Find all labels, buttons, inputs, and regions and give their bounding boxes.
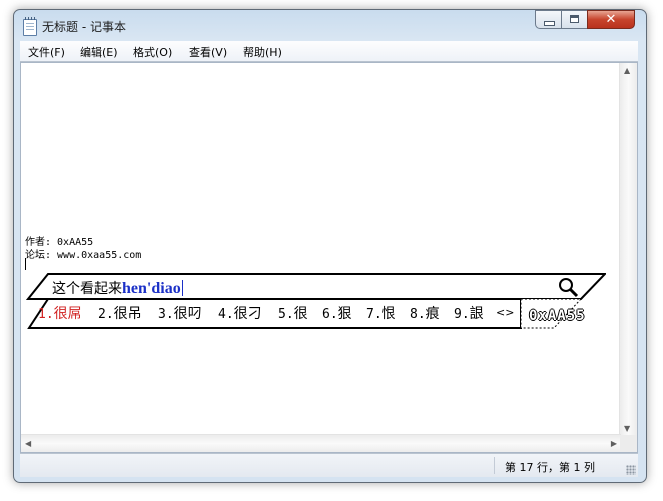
ime-cursor <box>181 280 183 296</box>
resize-grip-icon[interactable] <box>626 465 636 475</box>
candidate-number: 2. <box>98 307 114 322</box>
candidate-8[interactable]: 8.痕 <box>410 303 440 323</box>
candidate-text: 痕 <box>425 306 440 322</box>
scrollbar-corner <box>620 435 637 452</box>
candidate-5[interactable]: 5.很 <box>278 303 308 323</box>
close-button[interactable]: ✕ <box>587 10 635 29</box>
menu-file[interactable]: 文件(F) <box>28 44 65 60</box>
horizontal-scrollbar[interactable]: ◀ ▶ <box>21 434 621 452</box>
candidate-text: 很吊 <box>113 306 142 322</box>
candidate-number: 8. <box>410 307 426 322</box>
ime-popup: 这个看起来hen'diao 1.很屌 2.很吊 3.很叼 4.很刁 5.很 6.… <box>26 272 606 332</box>
candidate-text: 狠 <box>337 306 352 322</box>
menu-edit[interactable]: 编辑(E) <box>80 44 118 60</box>
maximize-icon <box>570 15 579 23</box>
window-title: 无标题 - 记事本 <box>42 20 126 34</box>
candidate-2[interactable]: 2.很吊 <box>98 303 142 323</box>
candidate-text: 詪 <box>469 306 484 322</box>
scroll-left-icon[interactable]: ◀ <box>25 439 31 448</box>
candidate-number: 7. <box>366 307 382 322</box>
menu-view[interactable]: 查看(V) <box>189 44 227 60</box>
ime-brand-logo: 0xAA55 <box>529 308 586 324</box>
ime-composition: 这个看起来hen'diao <box>52 278 183 298</box>
pinyin-input[interactable]: hen'diao <box>122 280 181 297</box>
candidate-text: 恨 <box>381 306 396 322</box>
candidate-3[interactable]: 3.很叼 <box>158 303 202 323</box>
candidate-number: 4. <box>218 307 234 322</box>
scroll-down-icon[interactable]: ▼ <box>624 424 630 433</box>
candidate-text: 很屌 <box>53 306 82 322</box>
vertical-scrollbar[interactable]: ▲ ▼ <box>619 63 637 436</box>
close-icon: ✕ <box>605 12 617 27</box>
candidate-number: 6. <box>322 307 338 322</box>
candidate-4[interactable]: 4.很刁 <box>218 303 262 323</box>
candidate-9[interactable]: 9.詪 <box>454 303 484 323</box>
candidate-number: 1. <box>38 307 54 322</box>
text-line-forum[interactable]: 论坛: www.0xaa55.com <box>25 246 141 261</box>
candidate-number: 5. <box>278 307 294 322</box>
candidate-number: 3. <box>158 307 174 322</box>
text-caret <box>25 258 26 270</box>
candidate-number: 9. <box>454 307 470 322</box>
page-arrows-icon[interactable]: <> <box>496 306 514 319</box>
composed-text: 这个看起来 <box>52 281 122 297</box>
text-editor[interactable]: 作者: 0xAA55 论坛: www.0xaa55.com ▲ ▼ ◀ ▶ <box>20 62 638 453</box>
scroll-up-icon[interactable]: ▲ <box>624 66 630 75</box>
candidate-text: 很刁 <box>233 306 262 322</box>
title-bar[interactable]: 无标题 - 记事本 ✕ <box>14 10 646 42</box>
candidate-1[interactable]: 1.很屌 <box>38 303 82 323</box>
candidate-7[interactable]: 7.恨 <box>366 303 396 323</box>
minimize-button[interactable] <box>535 10 562 29</box>
menu-bar: 文件(F) 编辑(E) 格式(O) 查看(V) 帮助(H) <box>20 41 638 62</box>
status-separator <box>494 457 495 474</box>
menu-help[interactable]: 帮助(H) <box>243 44 282 60</box>
scroll-right-icon[interactable]: ▶ <box>611 439 617 448</box>
notepad-icon[interactable] <box>23 17 37 36</box>
candidate-6[interactable]: 6.狠 <box>322 303 352 323</box>
candidate-text: 很 <box>293 306 308 322</box>
minimize-icon <box>544 21 555 26</box>
cursor-position: 第 17 行，第 1 列 <box>505 461 595 474</box>
status-bar: 第 17 行，第 1 列 <box>20 453 638 477</box>
maximize-button[interactable] <box>561 10 588 29</box>
candidate-text: 很叼 <box>173 306 202 322</box>
notepad-window: 无标题 - 记事本 ✕ 文件(F) 编辑(E) 格式(O) 查看(V) 帮助(H… <box>13 9 647 483</box>
menu-format[interactable]: 格式(O) <box>133 44 172 60</box>
